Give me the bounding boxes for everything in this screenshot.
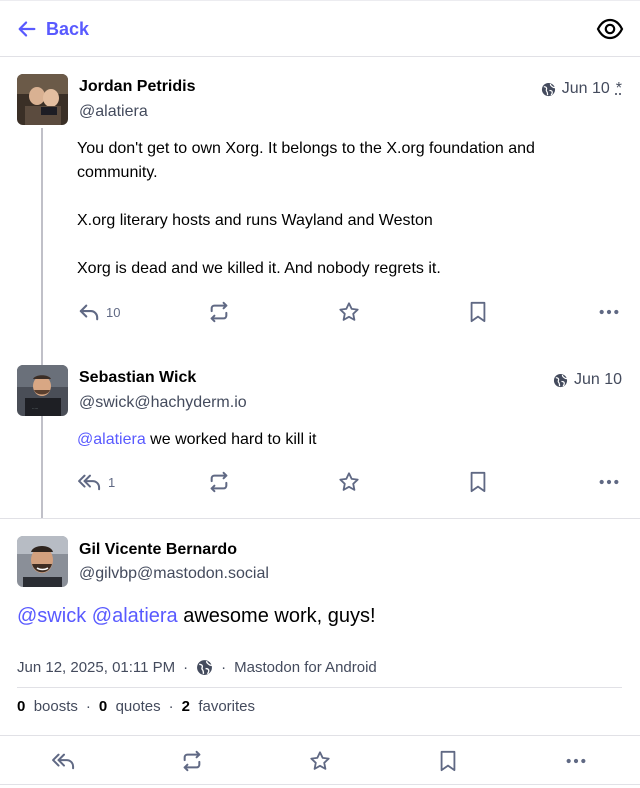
reply-button[interactable]: 10 (78, 297, 120, 327)
interaction-counts: 0 boosts · 0 quotes · 2 favorites (17, 698, 255, 715)
status-meta[interactable]: Jun 10 * (541, 80, 622, 98)
more-button[interactable] (598, 297, 620, 327)
mention-link[interactable]: @alatiera (77, 431, 146, 448)
action-bar: 10 (60, 297, 640, 327)
favorites-count-link[interactable]: 2 favorites (182, 698, 255, 715)
status-jordan[interactable]: Jordan Petridis @alatiera Jun 10 * You d… (0, 0, 640, 340)
svg-text:.....: ..... (32, 405, 38, 410)
favorite-button[interactable] (309, 746, 331, 776)
boost-icon (183, 750, 201, 772)
bookmark-icon (440, 750, 456, 772)
divider (17, 687, 622, 688)
star-icon (339, 472, 359, 491)
avatar[interactable]: ..... (17, 365, 68, 416)
boost-button[interactable] (181, 746, 203, 776)
more-icon (599, 479, 619, 485)
account-handle[interactable]: @alatiera (79, 103, 148, 121)
boosts-count-link[interactable]: 0 boosts (17, 698, 78, 715)
avatar[interactable] (17, 536, 68, 587)
reply-count: 10 (106, 304, 121, 320)
more-button[interactable] (598, 467, 620, 497)
more-button[interactable] (565, 746, 587, 776)
status-text: we worked hard to kill it (145, 431, 317, 448)
edited-marker[interactable]: * (616, 80, 622, 98)
bookmark-button[interactable] (468, 297, 488, 327)
display-name[interactable]: Sebastian Wick (79, 369, 196, 387)
paragraph: X.org literary hosts and runs Wayland an… (77, 212, 433, 229)
reply-all-button[interactable] (52, 746, 76, 776)
status-sebastian[interactable]: ..... Sebastian Wick @swick@hachyderm.io… (0, 340, 640, 518)
bookmark-button[interactable] (438, 746, 458, 776)
account-handle[interactable]: @gilvbp@mastodon.social (79, 565, 269, 583)
quotes-label: quotes (115, 698, 161, 715)
reply-count: 1 (108, 474, 116, 490)
boost-button[interactable] (208, 297, 230, 327)
boost-icon (210, 301, 228, 323)
star-icon (339, 302, 359, 321)
action-bar: 1 (60, 467, 640, 497)
favorites-label: favorites (198, 698, 256, 715)
mention-link[interactable]: @alatiera (92, 605, 178, 627)
separator: · (168, 698, 174, 715)
reply-all-icon (52, 753, 75, 770)
bookmark-button[interactable] (468, 467, 488, 497)
boost-icon (210, 471, 228, 493)
boost-button[interactable] (208, 467, 230, 497)
reply-icon (79, 304, 99, 321)
separator: · (85, 698, 91, 715)
favorite-button[interactable] (338, 467, 360, 497)
bookmark-icon (470, 471, 486, 493)
detail-line: Jun 12, 2025, 01:11 PM · · Mastodon for … (17, 659, 377, 676)
reply-all-button[interactable]: 1 (78, 467, 115, 497)
globe-icon (541, 82, 555, 96)
paragraph: You don't get to own Xorg. It belongs to… (77, 140, 535, 181)
star-icon (310, 751, 330, 770)
focused-action-bar (0, 735, 640, 785)
separator: · (183, 659, 189, 676)
avatar[interactable] (17, 74, 68, 125)
status-content: You don't get to own Xorg. It belongs to… (77, 137, 600, 281)
boosts-label: boosts (33, 698, 78, 715)
application-name[interactable]: Mastodon for Android (234, 659, 377, 676)
status-content: @alatiera we worked hard to kill it (77, 428, 600, 452)
quotes-count: 0 (98, 698, 108, 715)
quotes-count-link[interactable]: 0 quotes (99, 698, 161, 715)
status-date: Jun 10 (573, 371, 622, 388)
favorite-button[interactable] (338, 297, 360, 327)
boosts-count: 0 (17, 698, 26, 715)
mention-link[interactable]: @swick (17, 605, 86, 627)
globe-icon (553, 373, 568, 387)
account-handle[interactable]: @swick@hachyderm.io (79, 394, 247, 412)
status-timestamp[interactable]: Jun 12, 2025, 01:11 PM (17, 659, 175, 676)
status-text: awesome work, guys! (177, 605, 376, 627)
paragraph: Xorg is dead and we killed it. And nobod… (77, 260, 441, 277)
display-name[interactable]: Gil Vicente Bernardo (79, 541, 237, 559)
more-icon (566, 758, 586, 764)
favorites-count: 2 (181, 698, 190, 715)
display-name[interactable]: Jordan Petridis (79, 78, 195, 96)
status-meta[interactable]: Jun 10 (553, 371, 622, 389)
focused-content: @swick @alatiera awesome work, guys! (17, 605, 376, 628)
status-date: Jun 10 (561, 80, 610, 97)
globe-icon (197, 660, 213, 675)
bookmark-icon (470, 301, 486, 323)
separator: · (221, 659, 227, 676)
reply-all-icon (78, 474, 101, 491)
more-icon (599, 309, 619, 315)
